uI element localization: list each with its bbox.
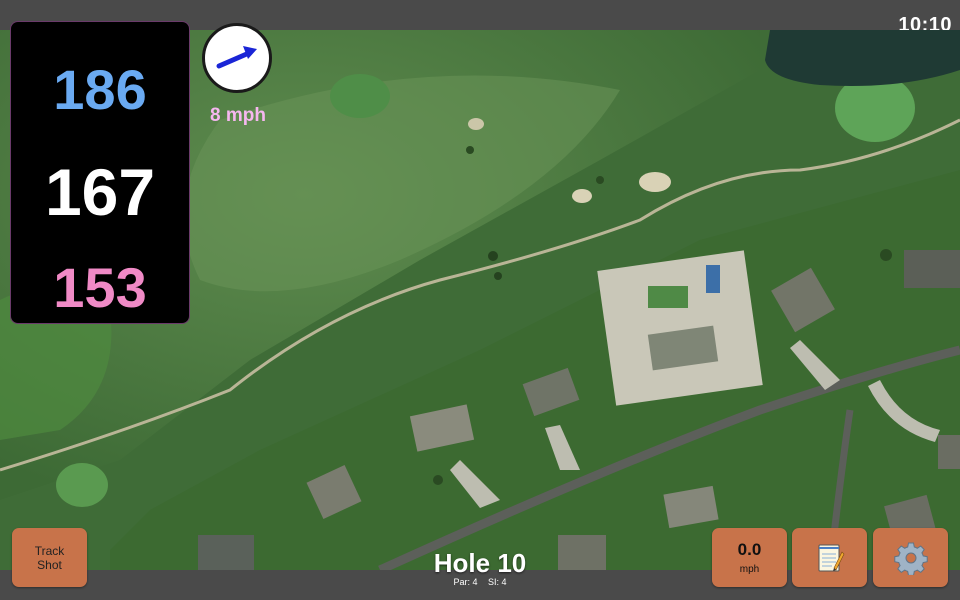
distance-back: 186 <box>53 58 147 121</box>
gear-icon <box>893 542 928 575</box>
hole-details: Par: 4 SI: 4 <box>380 577 580 588</box>
wind-speed-value: 0.0 <box>737 540 762 559</box>
hole-stroke-index: SI: 4 <box>488 577 507 587</box>
notepad-icon <box>818 544 844 571</box>
wind-speed-button[interactable]: 0.0 mph <box>712 528 787 587</box>
track-shot-button[interactable]: Track Shot <box>12 528 87 587</box>
hole-title: Hole 10 <box>433 548 527 578</box>
notes-button[interactable] <box>792 528 867 587</box>
wind-direction-indicator[interactable] <box>202 23 272 93</box>
track-shot-label-line2: Shot <box>37 557 62 572</box>
distance-panel: 186 167 153 <box>11 22 189 323</box>
distance-front: 153 <box>53 256 147 319</box>
wind-arrow-icon <box>216 46 257 69</box>
distance-center: 167 <box>44 155 156 229</box>
wind-speed-label: 8 mph <box>210 105 266 126</box>
track-shot-label-line1: Track <box>34 543 65 558</box>
wind-speed-unit: mph <box>739 564 760 575</box>
settings-button[interactable] <box>873 528 948 587</box>
hole-par: Par: 4 <box>453 577 478 587</box>
